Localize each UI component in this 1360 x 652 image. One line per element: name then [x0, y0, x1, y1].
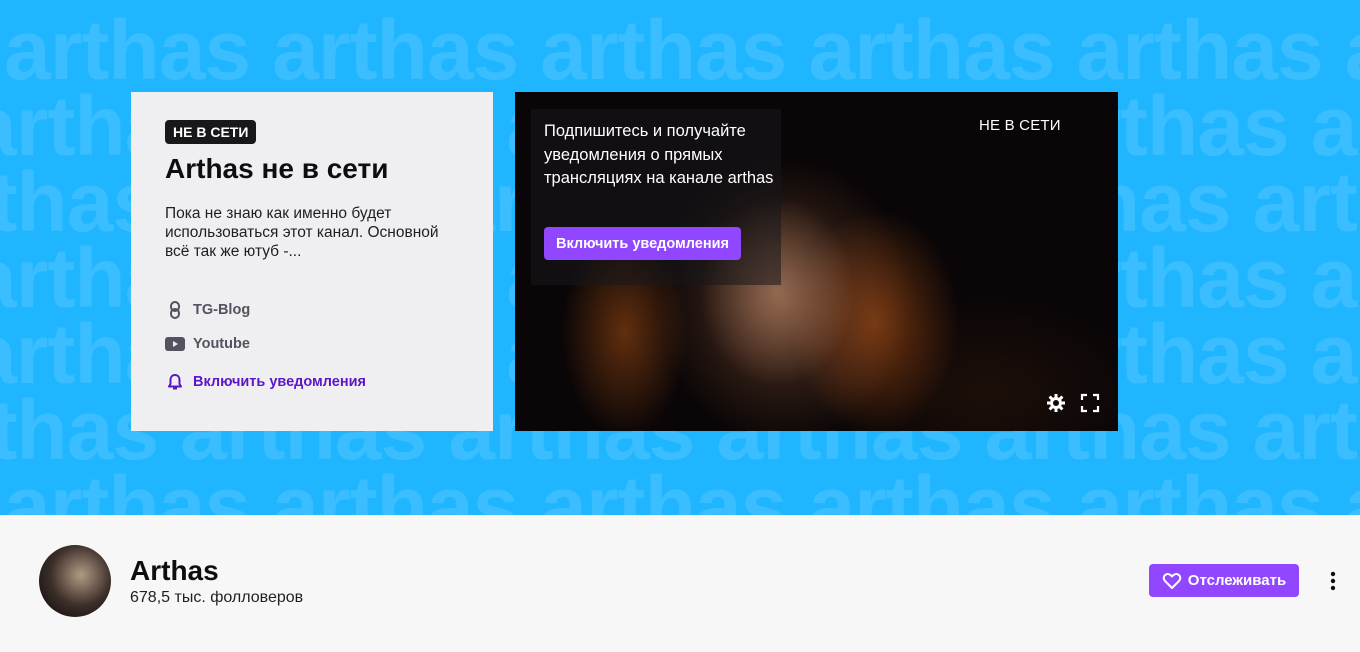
follow-button[interactable]: Отслеживать	[1149, 564, 1299, 597]
youtube-icon	[165, 334, 185, 354]
banner-pattern-word: arthas	[4, 459, 251, 515]
offline-badge: НЕ В СЕТИ	[165, 120, 257, 144]
heart-icon	[1162, 572, 1182, 590]
offline-card: НЕ В СЕТИ Arthas не в сети Пока не знаю …	[131, 92, 493, 431]
follower-count: 678,5 тыс. фолловеров	[130, 589, 304, 606]
video-player[interactable]: Подпишитесь и получайте уведомления о пр…	[515, 92, 1118, 431]
channel-name[interactable]: Arthas	[130, 556, 219, 586]
channel-profile-bar: Arthas 678,5 тыс. фолловеров Отслеживать	[0, 515, 1360, 652]
social-link-tg-blog[interactable]: TG-Blog	[165, 299, 459, 321]
link-icon	[165, 300, 185, 320]
banner-pattern-word: arthas	[808, 459, 1055, 515]
channel-banner: arthasarthasarthasarthasarthasarthasarth…	[0, 0, 1360, 515]
banner-pattern-word: arthas	[540, 459, 787, 515]
social-link-youtube[interactable]: Youtube	[165, 333, 459, 355]
social-link-label: TG-Blog	[193, 302, 251, 318]
subscribe-prompt: Подпишитесь и получайте уведомления о пр…	[544, 122, 774, 187]
banner-pattern-word: arthas	[272, 459, 519, 515]
social-links: TG-Blog Youtube Включить уведомления	[165, 299, 459, 393]
banner-pattern-word: arthas	[1076, 459, 1324, 515]
gear-icon[interactable]	[1045, 392, 1067, 414]
avatar[interactable]	[39, 545, 111, 617]
offline-title: Arthas не в сети	[165, 153, 389, 184]
follow-label: Отслеживать	[1187, 572, 1287, 589]
fullscreen-icon[interactable]	[1079, 392, 1101, 414]
bell-icon	[165, 372, 185, 392]
channel-description: Пока не знаю как именно будет использова…	[165, 205, 439, 260]
more-options-icon[interactable]	[1323, 570, 1343, 592]
banner-pattern-row: arthasarthasarthasarthasarthasarthasarth…	[4, 464, 1360, 515]
video-offline-status: НЕ В СЕТИ	[979, 117, 1061, 134]
social-link-label: Youtube	[193, 336, 250, 352]
banner-pattern-word: arthas	[1345, 459, 1360, 515]
enable-notifications-link[interactable]: Включить уведомления	[165, 371, 459, 393]
notify-label: Включить уведомления	[193, 374, 366, 390]
enable-notifications-button[interactable]: Включить уведомления	[544, 227, 741, 260]
